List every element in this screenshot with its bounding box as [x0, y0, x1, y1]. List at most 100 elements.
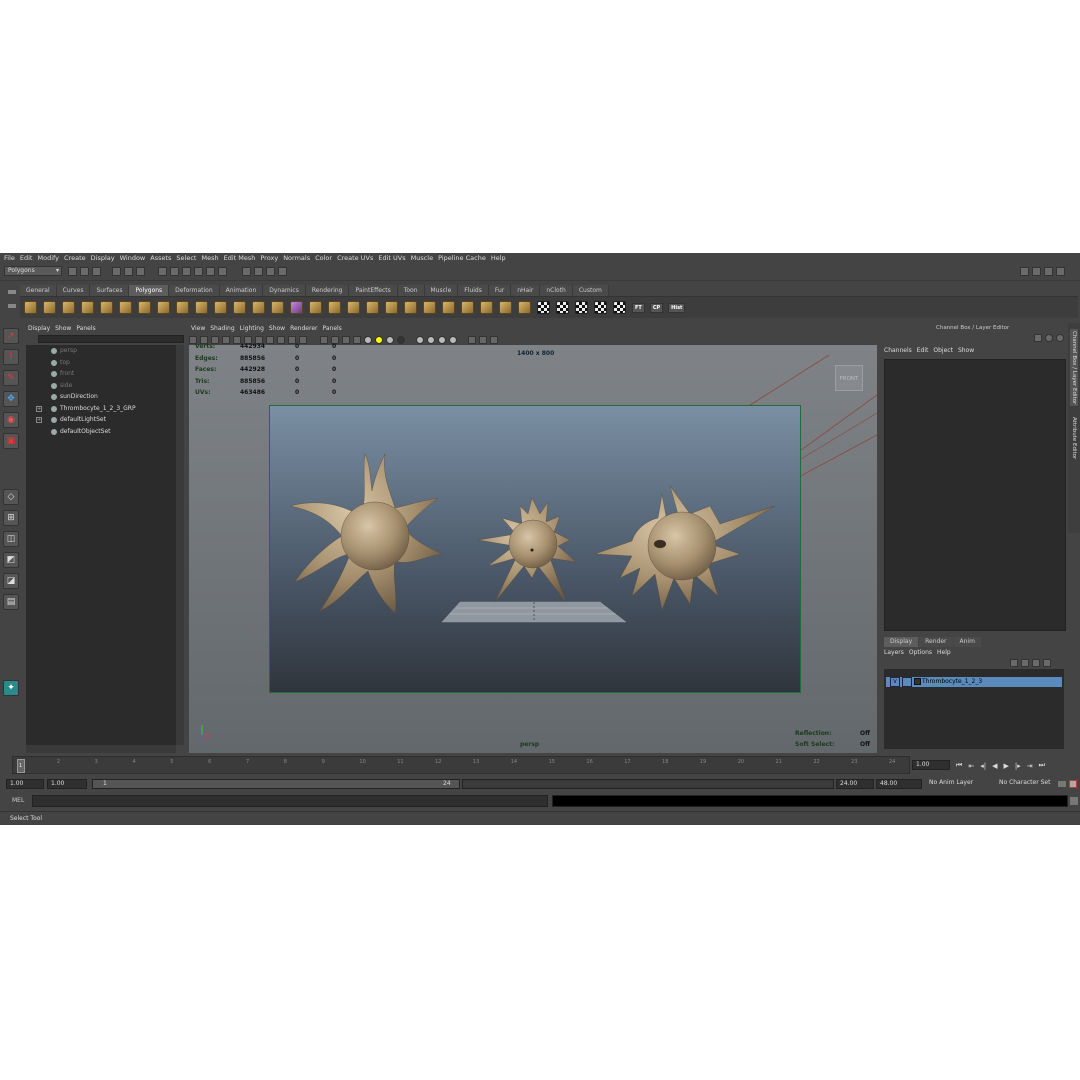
menu-create[interactable]: Create [63, 253, 90, 263]
menu-file[interactable]: File [3, 253, 19, 263]
poly-torus-icon[interactable] [119, 301, 132, 314]
rotate-tool-icon[interactable]: ◉ [3, 412, 19, 428]
menu-display[interactable]: Display [90, 253, 119, 263]
layer-tab-display[interactable]: Display [884, 637, 919, 647]
expand-icon[interactable]: + [36, 417, 42, 423]
sculpt-geometry-icon[interactable] [518, 301, 531, 314]
play-forwards-icon[interactable]: ▶ [1003, 762, 1008, 770]
thrombocyte-2[interactable] [477, 497, 577, 603]
new-scene-icon[interactable] [68, 267, 77, 276]
fill-hole-icon[interactable] [480, 301, 493, 314]
menu-color[interactable]: Color [314, 253, 336, 263]
shelf-tab-custom[interactable]: Custom [572, 285, 609, 296]
go-to-end-icon[interactable]: ⏭ [1039, 761, 1045, 770]
expand-icon[interactable]: + [36, 405, 42, 412]
shelf-tab-painteffects[interactable]: PaintEffects [349, 285, 398, 296]
end-time-field[interactable]: 24.00 [836, 779, 874, 789]
channel-icon-2[interactable] [1045, 334, 1053, 342]
range-slider-track[interactable] [462, 779, 834, 789]
extrude-icon[interactable] [309, 301, 322, 314]
select-by-object-icon[interactable] [124, 267, 133, 276]
select-by-component-icon[interactable] [136, 267, 145, 276]
channel-icon-1[interactable] [1034, 334, 1042, 342]
shelf-tab-animation[interactable]: Animation [219, 285, 264, 296]
viewport-menu-renderer[interactable]: Renderer [290, 323, 322, 334]
layer-menu-help[interactable]: Help [937, 647, 956, 658]
step-forward-frame-icon[interactable]: |▸ [1015, 762, 1021, 770]
animation-start-field[interactable]: 1.00 [47, 779, 87, 789]
poly-cube-icon[interactable] [43, 301, 56, 314]
shelf-tab-general[interactable]: General [20, 285, 57, 296]
ambient-occlusion-icon[interactable] [397, 336, 405, 344]
spherical-mapping-icon[interactable] [575, 301, 588, 314]
outliner-item-top[interactable]: top [26, 357, 176, 369]
menu-select[interactable]: Select [175, 253, 200, 263]
mask-joints-icon[interactable] [170, 267, 179, 276]
extract-icon[interactable] [252, 301, 265, 314]
layer-row-thrombocyte[interactable]: V Thrombocyte_1_2_3 [886, 677, 1062, 687]
layer-tab-anim[interactable]: Anim [953, 637, 981, 647]
shelf-options[interactable] [8, 286, 18, 318]
snap-plane-icon[interactable] [278, 267, 287, 276]
tab-channel-box-layer-editor[interactable]: Channel Box / Layer Editor [1070, 329, 1078, 407]
start-time-field[interactable]: 1.00 [6, 779, 44, 789]
cylindrical-mapping-icon[interactable] [556, 301, 569, 314]
isolate-select-icon[interactable] [449, 336, 457, 344]
poly-pipe-icon[interactable] [176, 301, 189, 314]
range-slider-bar[interactable]: 1 24 [92, 779, 460, 789]
anim-layer-dropdown[interactable]: No Anim Layer [926, 779, 986, 789]
xray-joints-icon[interactable] [427, 336, 435, 344]
poly-plane-icon[interactable] [100, 301, 113, 314]
outliner-item-side[interactable]: side [26, 380, 176, 392]
outliner-menu-display[interactable]: Display [28, 323, 55, 334]
poly-sphere-icon[interactable] [24, 301, 37, 314]
menu-edit[interactable]: Edit [19, 253, 37, 263]
toggle-tool-settings-icon[interactable] [1032, 267, 1041, 276]
freeze-transforms-button[interactable]: FT [632, 302, 645, 313]
xray-icon[interactable] [416, 336, 424, 344]
bevel-icon[interactable] [423, 301, 436, 314]
layer-menu-layers[interactable]: Layers [884, 647, 909, 658]
viewport-menu-show[interactable]: Show [269, 323, 290, 334]
step-forward-key-icon[interactable]: ⇥ [1027, 762, 1033, 770]
insert-edge-loop-icon[interactable] [385, 301, 398, 314]
four-view-layout-icon[interactable]: ⊞ [3, 510, 19, 526]
channel-box-menu-channels[interactable]: Channels [884, 345, 917, 356]
viewport-menu-panels[interactable]: Panels [322, 323, 346, 334]
menu-help[interactable]: Help [490, 253, 510, 263]
character-set-dropdown[interactable]: No Character Set [996, 779, 1056, 789]
menu-edit-uvs[interactable]: Edit UVs [377, 253, 409, 263]
command-input[interactable] [32, 795, 548, 807]
select-tool-icon[interactable]: ➚ [3, 328, 19, 344]
current-frame-field[interactable]: 1.00 [912, 760, 950, 770]
planar-mapping-icon[interactable] [537, 301, 550, 314]
layer-tab-render[interactable]: Render [919, 637, 953, 647]
menu-normals[interactable]: Normals [282, 253, 314, 263]
viewport-menu-lighting[interactable]: Lighting [240, 323, 269, 334]
save-scene-icon[interactable] [92, 267, 101, 276]
outliner-item-thrombocyte-1-2-3-grp[interactable]: + Thrombocyte_1_2_3_GRP [26, 403, 176, 415]
menu-assets[interactable]: Assets [149, 253, 175, 263]
shelf-tab-polygons[interactable]: Polygons [129, 285, 170, 296]
layer-visibility-toggle[interactable]: V [890, 677, 900, 687]
toggle-layer-editor-icon[interactable] [1056, 267, 1065, 276]
shelf-tab-muscle[interactable]: Muscle [424, 285, 459, 296]
outliner-horizontal-scrollbar[interactable] [26, 745, 176, 753]
snap-grid-icon[interactable] [242, 267, 251, 276]
center-pivot-button[interactable]: CP [649, 302, 664, 313]
mask-curves-icon[interactable] [182, 267, 191, 276]
shelf-tab-ncloth[interactable]: nCloth [540, 285, 573, 296]
toggle-channel-box-icon[interactable] [1044, 267, 1053, 276]
shelf-tab-rendering[interactable]: Rendering [305, 285, 350, 296]
shelf-tab-fluids[interactable]: Fluids [458, 285, 489, 296]
bridge-icon[interactable] [328, 301, 341, 314]
shelf-tab-surfaces[interactable]: Surfaces [90, 285, 130, 296]
key-options-icon[interactable] [1058, 781, 1066, 787]
append-polygon-icon[interactable] [347, 301, 360, 314]
paint-select-tool-icon[interactable]: ✎ [3, 370, 19, 386]
viewport-menu-shading[interactable]: Shading [210, 323, 239, 334]
select-by-hierarchy-icon[interactable] [112, 267, 121, 276]
menu-pipeline-cache[interactable]: Pipeline Cache [437, 253, 490, 263]
move-layer-up-icon[interactable] [1032, 659, 1040, 667]
single-perspective-layout-icon[interactable]: ◇ [3, 489, 19, 505]
